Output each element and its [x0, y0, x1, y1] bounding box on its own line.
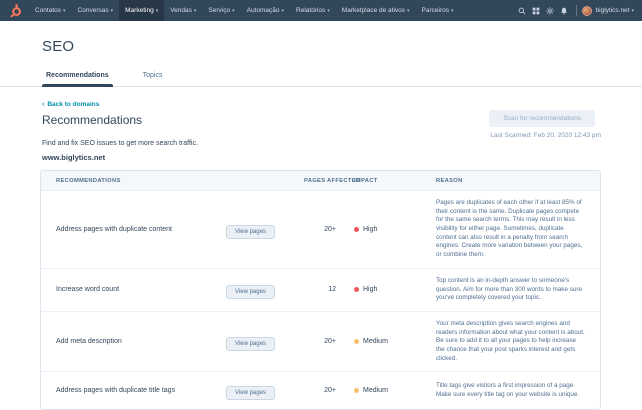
column-header-pages-affected: Pages affected [304, 178, 336, 184]
view-pages-button[interactable]: View pages [226, 337, 275, 351]
impact-label: Medium [363, 338, 388, 345]
recommendation-label: Address pages with duplicate title tags [41, 387, 226, 394]
chevron-down-icon: ▾ [327, 8, 330, 14]
impact-cell: High [336, 286, 431, 293]
account-menu[interactable]: biglytics.net▾ [596, 7, 634, 14]
view-pages-button[interactable]: View pages [226, 225, 275, 239]
section-heading: Recommendations [42, 113, 142, 127]
recommendations-table: Recommendations Pages affected Impact Re… [40, 170, 601, 410]
chevron-down-icon: ▾ [407, 8, 410, 14]
impact-label: High [363, 286, 377, 293]
chevron-down-icon: ▾ [194, 8, 197, 14]
chevron-down-icon: ▾ [232, 8, 235, 14]
notifications-bell-icon[interactable] [557, 0, 571, 21]
nav-item-automacao[interactable]: Automação▾ [241, 0, 290, 21]
impact-cell: Medium [336, 387, 431, 394]
nav-item-relatorios[interactable]: Relatórios▾ [290, 0, 336, 21]
section-subtitle: Find and fix SEO issues to get more sear… [42, 140, 198, 147]
nav-item-marketplace-de-ativos[interactable]: Marketplace de ativos▾ [336, 0, 416, 21]
tab-topics[interactable]: Topics [139, 72, 167, 86]
view-pages-button[interactable]: View pages [226, 285, 275, 299]
table-header-row: Recommendations Pages affected Impact Re… [41, 171, 600, 190]
table-row: Address pages with duplicate content Vie… [41, 190, 600, 268]
table-row: Address pages with duplicate title tags … [41, 371, 600, 409]
avatar[interactable] [582, 6, 592, 16]
chevron-down-icon: ▾ [631, 8, 634, 14]
chevron-down-icon: ▾ [451, 8, 454, 14]
scan-for-recommendations-button[interactable]: Scan for recommendations [489, 110, 595, 127]
recommendation-label: Increase word count [41, 286, 226, 293]
nav-item-conversas[interactable]: Conversas▾ [72, 0, 120, 21]
marketplace-icon[interactable] [529, 0, 543, 21]
pages-affected-value: 20+ [304, 338, 336, 345]
nav-item-contatos[interactable]: Contatos▾ [29, 0, 72, 21]
nav-item-servico[interactable]: Serviço▾ [202, 0, 240, 21]
search-icon[interactable] [515, 0, 529, 21]
column-header-recommendations: Recommendations [41, 178, 304, 184]
nav-divider [576, 5, 577, 16]
pages-affected-value: 12 [304, 286, 336, 293]
recommendation-label: Address pages with duplicate content [41, 226, 226, 233]
reason-text: Pages are duplicates of each other if at… [431, 191, 600, 268]
impact-dot-icon [354, 287, 359, 292]
hubspot-logo-icon[interactable] [9, 4, 22, 17]
reason-text: Top content is an in-depth answer to som… [431, 269, 600, 311]
pages-affected-value: 20+ [304, 387, 336, 394]
recommendation-label: Add meta description [41, 338, 226, 345]
settings-gear-icon[interactable] [543, 0, 557, 21]
table-row: Increase word count View pages 12 High T… [41, 268, 600, 311]
chevron-down-icon: ▾ [156, 8, 159, 14]
chevron-down-icon: ▾ [111, 8, 114, 14]
chevron-left-icon: ‹ [42, 101, 44, 108]
tab-bar: Recommendations Topics [0, 66, 642, 87]
table-row: Add meta description View pages 20+ Medi… [41, 311, 600, 371]
reason-text: Title tags give visitors a first impress… [431, 374, 600, 407]
nav-item-parceiros[interactable]: Parceiros▾ [416, 0, 460, 21]
column-header-reason: Reason [431, 178, 600, 184]
impact-dot-icon [354, 388, 359, 393]
page-title: SEO [42, 38, 74, 55]
nav-item-marketing[interactable]: Marketing▾ [119, 0, 164, 21]
impact-label: High [363, 226, 377, 233]
impact-cell: Medium [336, 338, 431, 345]
impact-dot-icon [354, 227, 359, 232]
column-header-impact: Impact [336, 178, 431, 184]
domain-name: www.biglytics.net [42, 153, 105, 162]
chevron-down-icon: ▾ [282, 8, 285, 14]
nav-utilities: biglytics.net▾ [515, 0, 634, 21]
back-to-domains-link[interactable]: ‹ Back to domains [42, 101, 99, 108]
view-pages-button[interactable]: View pages [226, 386, 275, 400]
last-scanned-text: Last Scanned: Feb 20, 2020 12:43 pm [490, 132, 601, 139]
nav-item-vendas[interactable]: Vendas▾ [164, 0, 202, 21]
impact-label: Medium [363, 387, 388, 394]
pages-affected-value: 20+ [304, 226, 336, 233]
top-navigation: Contatos▾ Conversas▾ Marketing▾ Vendas▾ … [0, 0, 642, 21]
nav-menu: Contatos▾ Conversas▾ Marketing▾ Vendas▾ … [29, 0, 460, 21]
impact-cell: High [336, 226, 431, 233]
reason-text: Your meta description gives search engin… [431, 312, 600, 371]
chevron-down-icon: ▾ [63, 8, 66, 14]
tab-recommendations[interactable]: Recommendations [42, 72, 113, 86]
impact-dot-icon [354, 339, 359, 344]
